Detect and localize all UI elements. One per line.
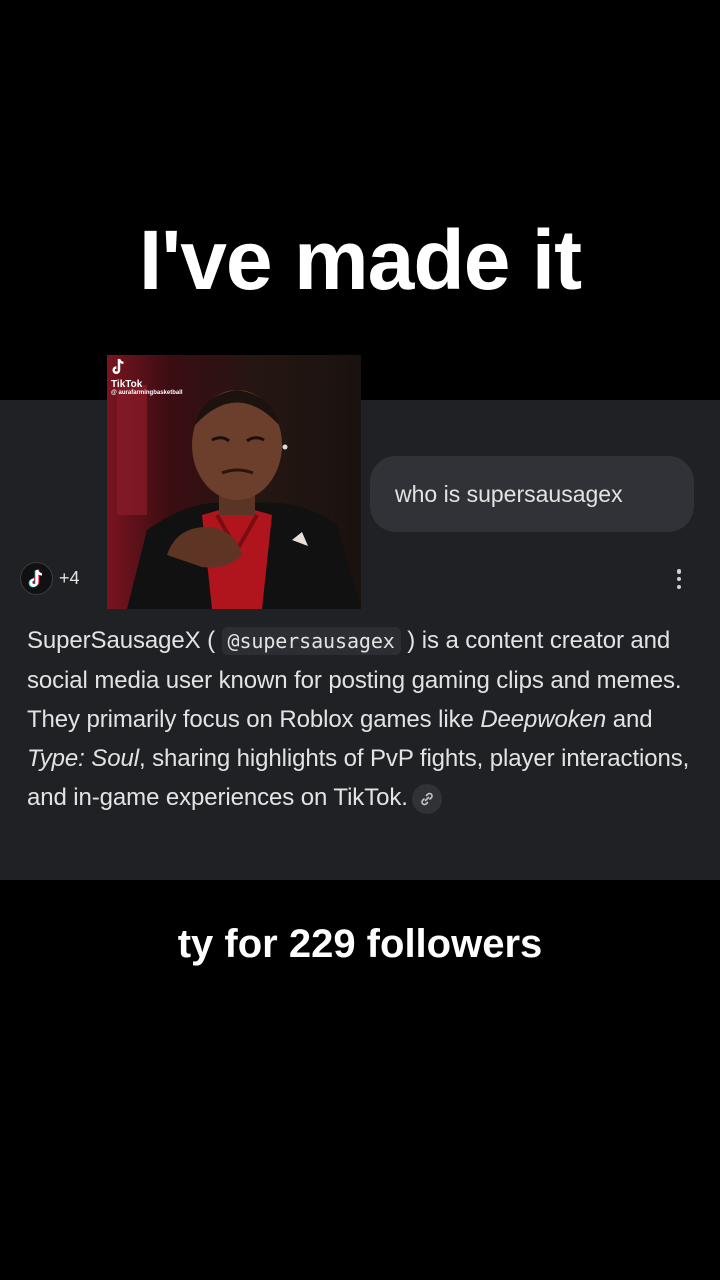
caption: ty for 229 followers [177,922,543,966]
answer-and: and [606,706,653,733]
tiktok-icon[interactable] [20,562,53,595]
answer-text: SuperSausageX ( @supersausagex ) is a co… [27,621,699,817]
handle-code: @supersausagex [221,627,401,655]
more-options-icon[interactable] [668,566,690,592]
meme-image: TikTok @ aurafarmingbasketball [107,355,361,609]
sources-row[interactable]: +4 [20,562,80,595]
game-type-soul: Type: Soul [27,745,139,772]
tiktok-watermark-name: TikTok [111,379,143,390]
answer-paren: ( [200,627,222,654]
answer-name: SuperSausageX [27,627,201,654]
tiktok-watermark-icon [111,358,127,381]
user-query-bubble[interactable]: who is supersausagex [370,456,694,532]
sources-count: +4 [59,568,80,588]
link-icon[interactable] [411,783,442,814]
headline: I've made it [138,213,582,307]
tiktok-watermark-handle: @ aurafarmingbasketball [111,390,183,396]
game-deepwoken: Deepwoken [480,706,607,733]
